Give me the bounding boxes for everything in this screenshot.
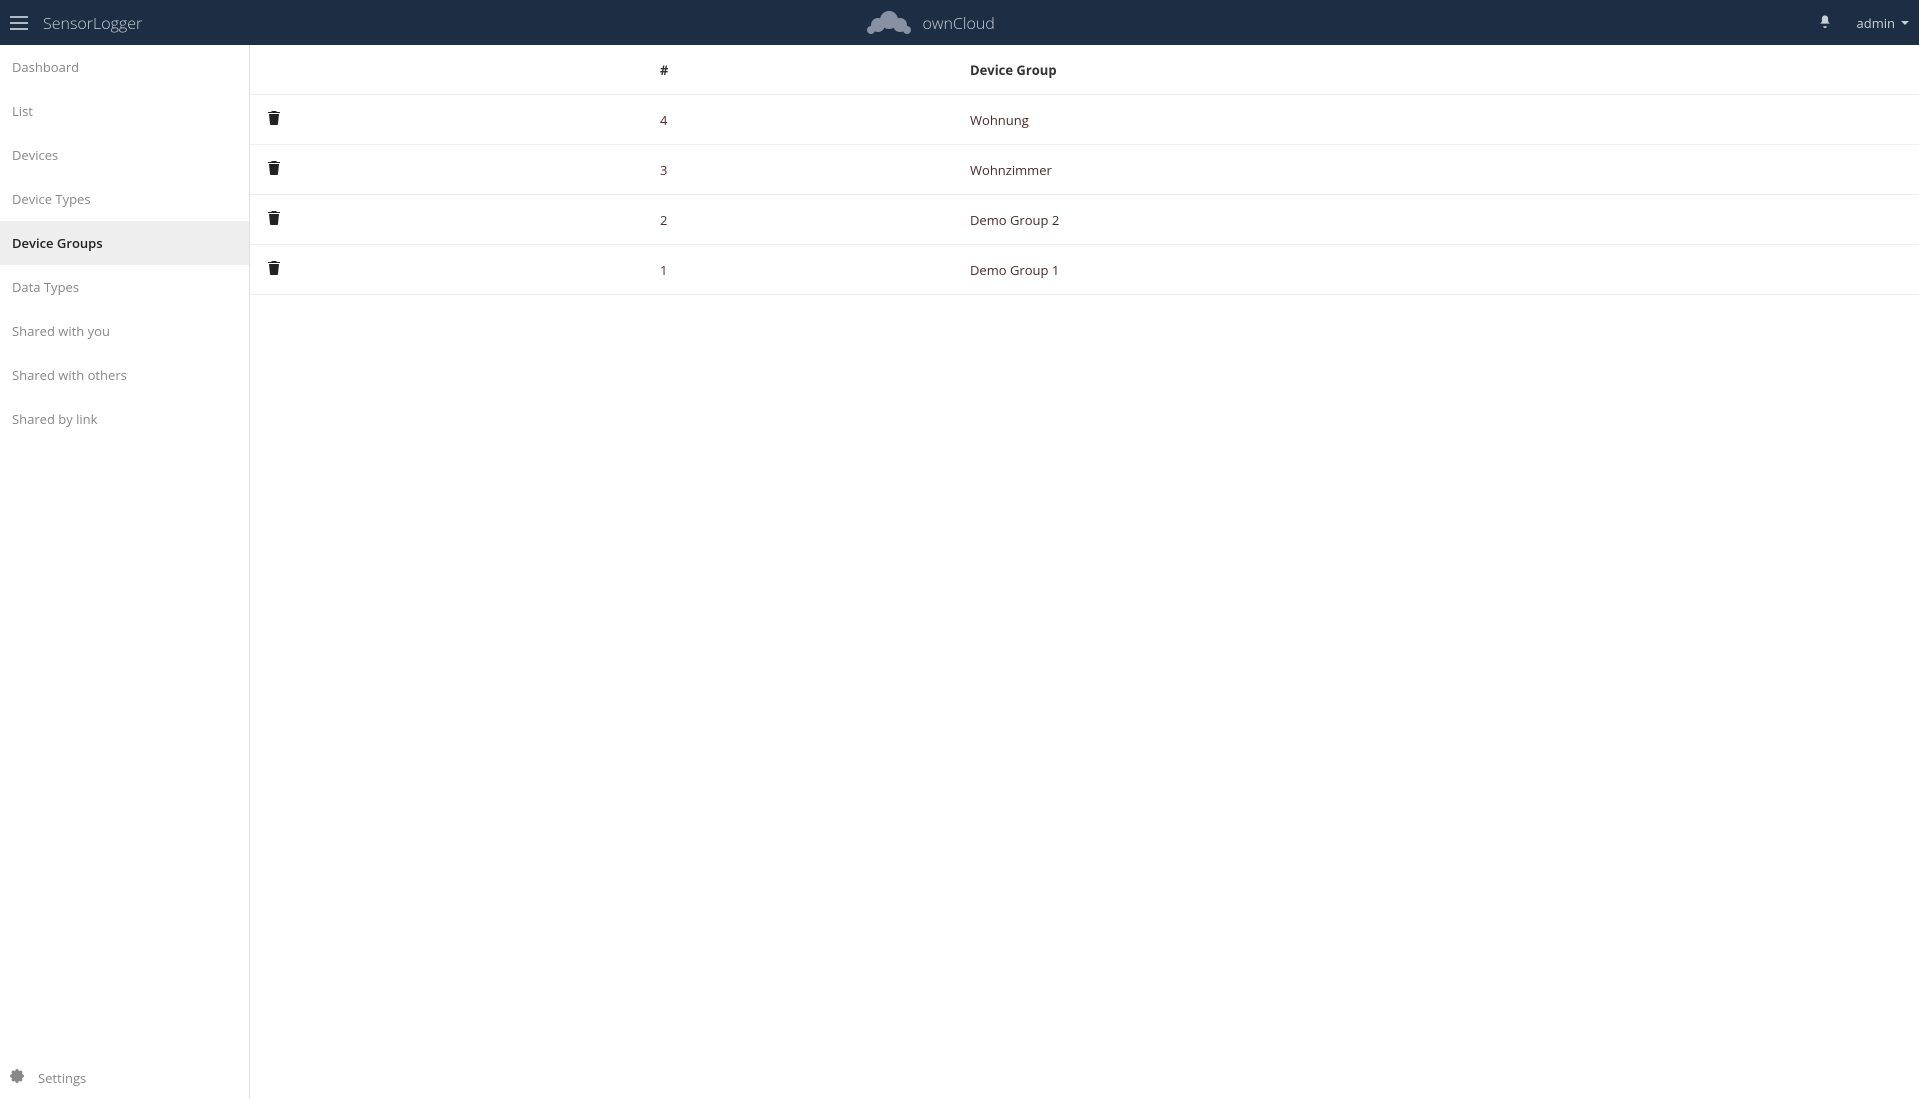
sidebar-item-dashboard[interactable]: Dashboard	[0, 45, 249, 89]
sidebar-item-label: Shared with others	[12, 366, 127, 384]
table-header-name[interactable]: Device Group	[970, 61, 1919, 79]
table-row[interactable]: 1 Demo Group 1	[250, 245, 1919, 295]
chevron-down-icon	[1901, 21, 1909, 25]
sidebar-item-list[interactable]: List	[0, 89, 249, 133]
topbar-right: admin	[1818, 14, 1919, 32]
trash-icon[interactable]	[268, 211, 280, 229]
table-header: # Device Group	[250, 45, 1919, 95]
table-header-id[interactable]: #	[660, 61, 970, 79]
row-action	[250, 161, 660, 179]
hamburger-icon[interactable]	[10, 16, 28, 30]
trash-icon[interactable]	[268, 161, 280, 179]
brand-name: ownCloud	[923, 12, 995, 34]
user-menu[interactable]: admin	[1857, 14, 1909, 32]
sidebar-item-data-types[interactable]: Data Types	[0, 265, 249, 309]
user-label: admin	[1857, 14, 1895, 32]
trash-icon[interactable]	[268, 111, 280, 129]
owncloud-logo-icon	[865, 9, 913, 37]
row-action	[250, 261, 660, 279]
row-action	[250, 211, 660, 229]
gear-icon	[10, 1069, 24, 1087]
row-name: Demo Group 1	[970, 261, 1919, 279]
sidebar-items: Dashboard List Devices Device Types Devi…	[0, 45, 249, 1056]
sidebar-item-label: Device Groups	[12, 234, 103, 252]
app-name: SensorLogger	[43, 12, 142, 34]
sidebar-item-label: Device Types	[12, 190, 91, 208]
table-row[interactable]: 3 Wohnzimmer	[250, 145, 1919, 195]
sidebar-item-label: Shared with you	[12, 322, 110, 340]
sidebar-item-device-groups[interactable]: Device Groups	[0, 221, 249, 265]
sidebar-item-label: List	[12, 102, 33, 120]
sidebar-settings[interactable]: Settings	[0, 1056, 249, 1099]
topbar: SensorLogger ownCloud admin	[0, 0, 1919, 45]
topbar-left: SensorLogger	[0, 12, 142, 34]
sidebar-item-shared-with-you[interactable]: Shared with you	[0, 309, 249, 353]
row-name: Demo Group 2	[970, 211, 1919, 229]
topbar-center[interactable]: ownCloud	[865, 9, 995, 37]
trash-icon[interactable]	[268, 261, 280, 279]
sidebar-item-device-types[interactable]: Device Types	[0, 177, 249, 221]
row-id: 4	[660, 111, 970, 129]
row-name: Wohnzimmer	[970, 161, 1919, 179]
row-id: 1	[660, 261, 970, 279]
main-content: # Device Group 4 Wohnung 3 Wohnzimmer 2 …	[250, 45, 1919, 1099]
table-row[interactable]: 2 Demo Group 2	[250, 195, 1919, 245]
row-id: 2	[660, 211, 970, 229]
sidebar-item-label: Shared by link	[12, 410, 97, 428]
sidebar-item-shared-by-link[interactable]: Shared by link	[0, 397, 249, 441]
sidebar-item-label: Devices	[12, 146, 58, 164]
sidebar-item-label: Dashboard	[12, 58, 79, 76]
row-name: Wohnung	[970, 111, 1919, 129]
sidebar-item-devices[interactable]: Devices	[0, 133, 249, 177]
sidebar: Dashboard List Devices Device Types Devi…	[0, 45, 250, 1099]
row-id: 3	[660, 161, 970, 179]
notifications-icon[interactable]	[1818, 14, 1832, 32]
settings-label: Settings	[38, 1069, 86, 1087]
sidebar-item-label: Data Types	[12, 278, 79, 296]
table-row[interactable]: 4 Wohnung	[250, 95, 1919, 145]
row-action	[250, 111, 660, 129]
sidebar-item-shared-with-others[interactable]: Shared with others	[0, 353, 249, 397]
